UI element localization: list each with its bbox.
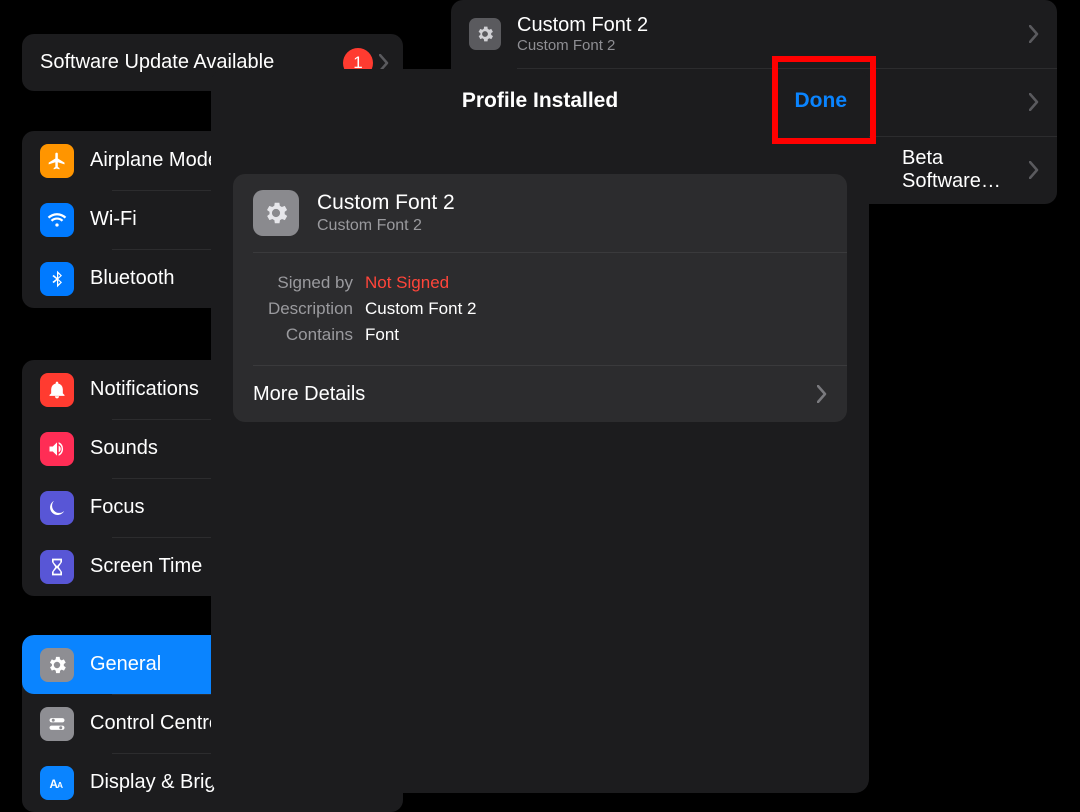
sidebar-item-label: Focus <box>90 496 144 519</box>
sidebar-item-label: General <box>90 653 161 676</box>
meta-description: Description Custom Font 2 <box>253 299 827 319</box>
profile-meta: Signed by Not Signed Description Custom … <box>233 253 847 365</box>
meta-key: Contains <box>253 325 353 345</box>
profile-card: Custom Font 2 Custom Font 2 Signed by No… <box>233 174 847 422</box>
meta-signed-by: Signed by Not Signed <box>253 273 827 293</box>
profile-name: Custom Font 2 <box>317 190 455 216</box>
moon-icon <box>40 491 74 525</box>
sidebar-item-label: Wi-Fi <box>90 208 137 231</box>
profile-row-title: Custom Font 2 <box>517 13 1029 37</box>
meta-key: Signed by <box>253 273 353 293</box>
chevron-right-icon <box>1029 25 1039 43</box>
hourglass-icon <box>40 550 74 584</box>
airplane-icon <box>40 144 74 178</box>
sidebar-item-label: Bluetooth <box>90 267 175 290</box>
profile-card-titles: Custom Font 2 Custom Font 2 <box>317 190 455 236</box>
profile-row[interactable]: Custom Font 2 Custom Font 2 <box>451 0 1057 68</box>
gear-icon <box>40 648 74 682</box>
profile-installed-sheet: Profile Installed Done Custom Font 2 Cus… <box>211 69 869 793</box>
bluetooth-icon <box>40 262 74 296</box>
sidebar-item-label: Notifications <box>90 378 199 401</box>
sidebar-item-label: Control Centre <box>90 712 220 735</box>
done-button[interactable]: Done <box>795 89 848 113</box>
meta-contains: Contains Font <box>253 325 827 345</box>
more-details-label: More Details <box>253 383 365 406</box>
sheet-title: Profile Installed <box>462 89 618 113</box>
profile-subtitle: Custom Font 2 <box>317 216 455 236</box>
meta-key: Description <box>253 299 353 319</box>
chevron-right-icon <box>1029 161 1039 179</box>
wifi-icon <box>40 203 74 237</box>
profile-card-header: Custom Font 2 Custom Font 2 <box>233 174 847 252</box>
bell-icon <box>40 373 74 407</box>
more-details-row[interactable]: More Details <box>233 366 847 422</box>
sidebar-item-label: Screen Time <box>90 555 202 578</box>
profile-row-subtitle: Custom Font 2 <box>517 37 1029 55</box>
meta-value: Font <box>365 325 399 345</box>
profile-row-text: Custom Font 2 Custom Font 2 <box>517 13 1029 55</box>
meta-value: Not Signed <box>365 273 449 293</box>
profile-gear-icon <box>253 190 299 236</box>
chevron-right-icon <box>817 385 827 403</box>
profile-gear-icon <box>469 18 501 50</box>
speaker-icon <box>40 432 74 466</box>
sidebar-item-label: Airplane Mode <box>90 149 219 172</box>
textsize-icon: AA <box>40 766 74 800</box>
chevron-right-icon <box>1029 93 1039 111</box>
sidebar-item-label: Sounds <box>90 437 158 460</box>
sheet-header: Profile Installed Done <box>211 69 869 132</box>
switches-icon <box>40 707 74 741</box>
meta-value: Custom Font 2 <box>365 299 477 319</box>
svg-text:A: A <box>57 780 63 790</box>
